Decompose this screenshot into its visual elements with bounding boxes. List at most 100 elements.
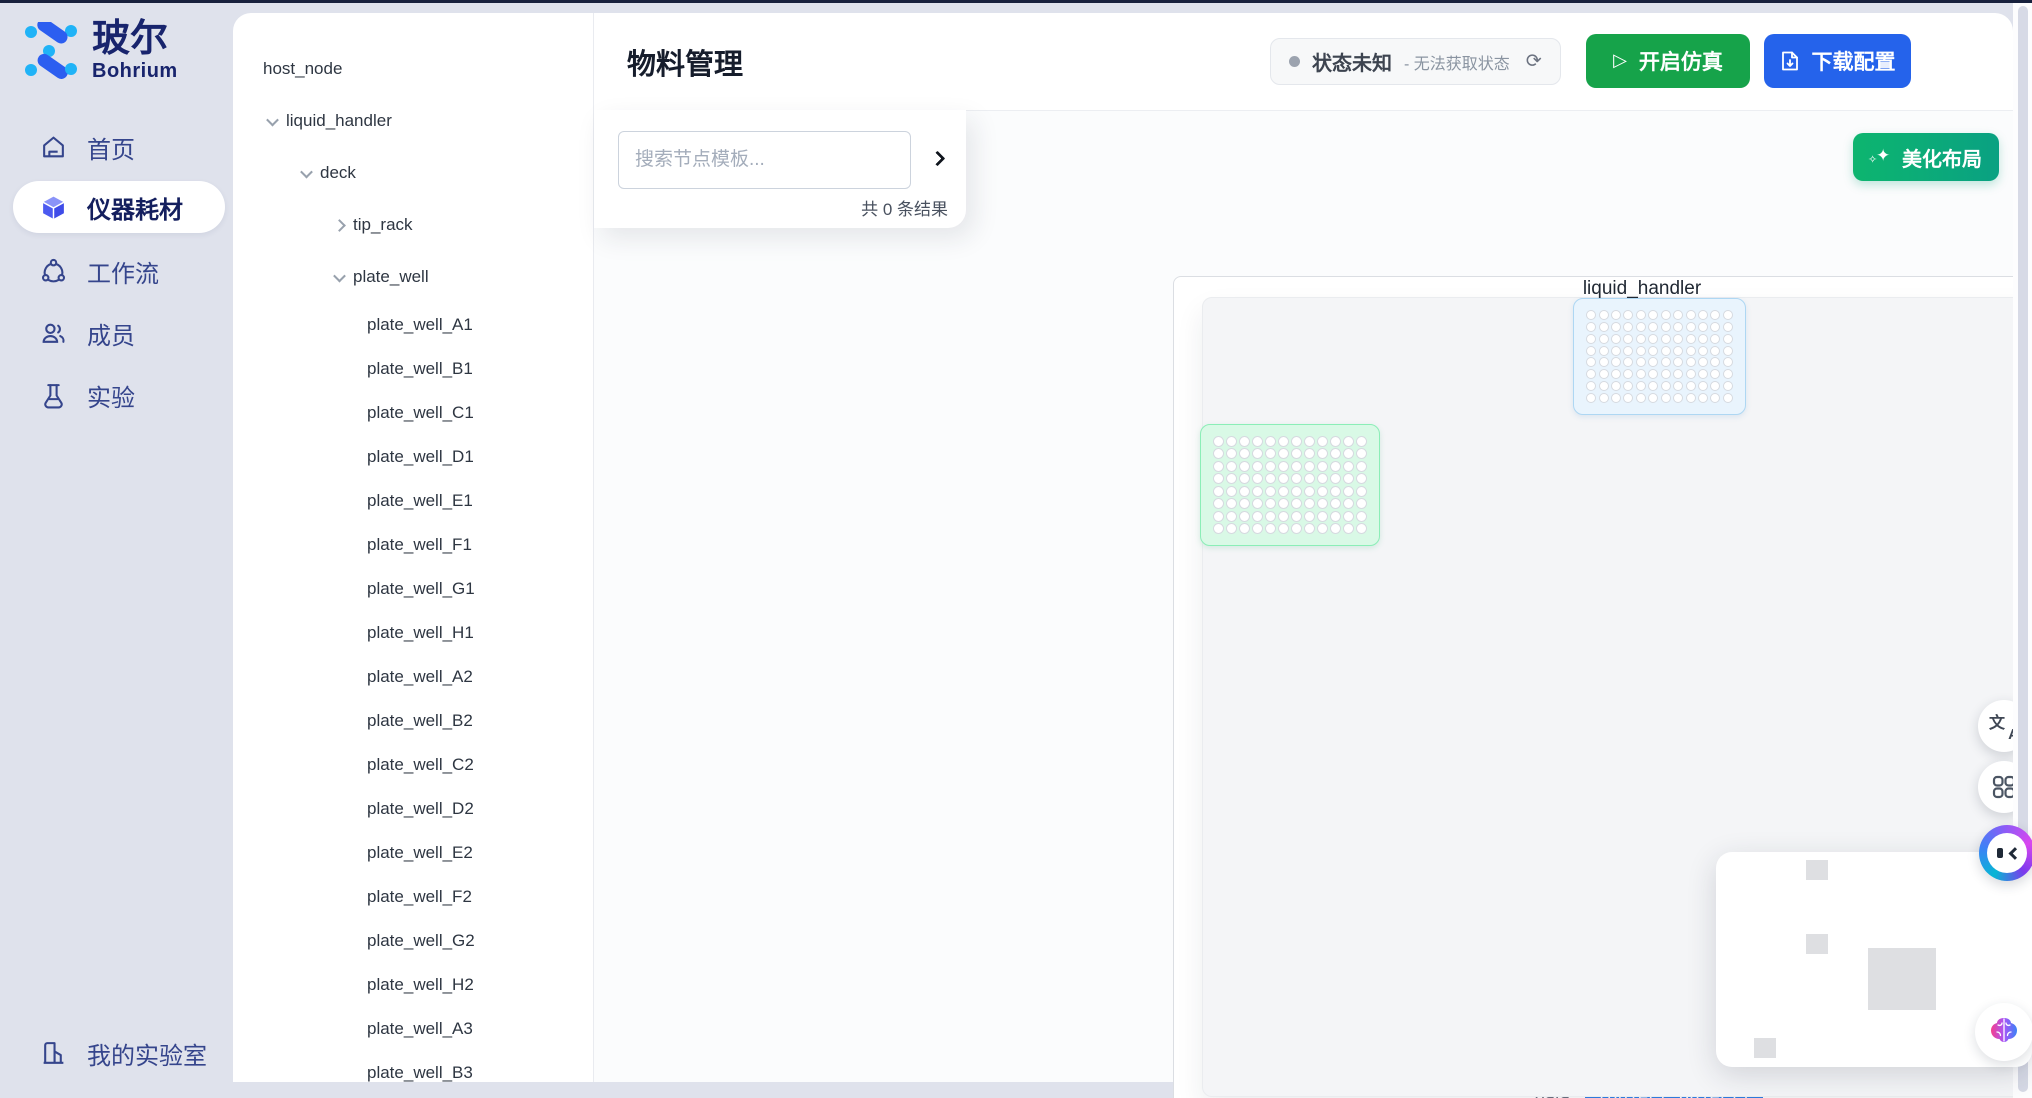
well xyxy=(1636,393,1646,403)
chevron-right-icon[interactable] xyxy=(333,219,346,232)
tree-item-label: plate_well_D1 xyxy=(367,447,474,467)
well xyxy=(1661,322,1671,332)
well xyxy=(1213,436,1224,447)
search-input[interactable] xyxy=(618,131,911,189)
sidebar-item-label: 仪器耗材 xyxy=(87,190,183,225)
well xyxy=(1723,334,1733,344)
sidebar-item-home[interactable]: 首页 xyxy=(13,121,225,173)
minimap-node-rect xyxy=(1868,948,1936,1010)
well xyxy=(1213,486,1224,497)
tree-item-plate_well_H1[interactable]: plate_well_H1 xyxy=(233,611,593,655)
assistant-robot-button[interactable] xyxy=(1979,825,2032,881)
well xyxy=(1213,448,1224,459)
well xyxy=(1686,369,1696,379)
sidebar-item-experiments[interactable]: 实验 xyxy=(13,369,225,421)
sidebar-item-my-lab[interactable]: 我的实验室 xyxy=(13,1027,225,1079)
tree-item-plate_well_B1[interactable]: plate_well_B1 xyxy=(233,347,593,391)
well xyxy=(1343,436,1354,447)
tree-item-plate_well_C2[interactable]: plate_well_C2 xyxy=(233,743,593,787)
beautify-layout-button[interactable]: ✦✧ 美化布局 xyxy=(1853,133,1999,181)
tree-item-plate_well_A2[interactable]: plate_well_A2 xyxy=(233,655,593,699)
well xyxy=(1698,357,1708,367)
tree-item-plate_well_A1[interactable]: plate_well_A1 xyxy=(233,303,593,347)
well xyxy=(1265,461,1276,472)
tree-item-plate_well_E1[interactable]: plate_well_E1 xyxy=(233,479,593,523)
tree-item-plate_well_B3[interactable]: plate_well_B3 xyxy=(233,1051,593,1082)
tip-rack-plate-node[interactable] xyxy=(1573,298,1746,415)
well xyxy=(1304,436,1315,447)
well xyxy=(1611,322,1621,332)
well xyxy=(1648,346,1658,356)
tree-item-plate_well_B2[interactable]: plate_well_B2 xyxy=(233,699,593,743)
tree-item-label: plate_well_C1 xyxy=(367,403,474,423)
sidebar-item-workflow[interactable]: 工作流 xyxy=(13,245,225,297)
tree-item-plate_well[interactable]: plate_well xyxy=(233,251,593,303)
bohrium-logo-icon xyxy=(22,22,80,80)
well xyxy=(1317,448,1328,459)
well xyxy=(1723,322,1733,332)
tree-item-plate_well_D1[interactable]: plate_well_D1 xyxy=(233,435,593,479)
tree-item-plate_well_C1[interactable]: plate_well_C1 xyxy=(233,391,593,435)
download-config-button[interactable]: 下载配置 xyxy=(1764,34,1911,88)
search-submit-chevron-icon[interactable] xyxy=(928,149,950,171)
well xyxy=(1710,334,1720,344)
well xyxy=(1343,448,1354,459)
well xyxy=(1710,310,1720,320)
tree-item-plate_well_E2[interactable]: plate_well_E2 xyxy=(233,831,593,875)
tree-item-plate_well_D2[interactable]: plate_well_D2 xyxy=(233,787,593,831)
well xyxy=(1661,346,1671,356)
tree-item-deck[interactable]: deck xyxy=(233,147,593,199)
refresh-icon[interactable]: ⟳ xyxy=(1526,50,1542,73)
well xyxy=(1586,322,1596,332)
well xyxy=(1586,369,1596,379)
well xyxy=(1239,523,1250,534)
well xyxy=(1623,346,1633,356)
well xyxy=(1278,436,1289,447)
tree-item-plate_well_F1[interactable]: plate_well_F1 xyxy=(233,523,593,567)
well xyxy=(1252,448,1263,459)
brand-logo[interactable]: 玻尔 Bohrium xyxy=(22,20,178,83)
chevron-down-icon[interactable] xyxy=(266,113,279,126)
well xyxy=(1265,511,1276,522)
sidebar-item-label: 工作流 xyxy=(87,254,159,289)
well xyxy=(1661,357,1671,367)
tree-item-tip_rack[interactable]: tip_rack xyxy=(233,199,593,251)
well xyxy=(1648,369,1658,379)
sidebar-item-members[interactable]: 成员 xyxy=(13,307,225,359)
tree-item-plate_well_F2[interactable]: plate_well_F2 xyxy=(233,875,593,919)
ai-brain-button[interactable] xyxy=(1975,1003,2032,1061)
home-icon xyxy=(40,134,67,161)
tree-item-plate_well_G1[interactable]: plate_well_G1 xyxy=(233,567,593,611)
well xyxy=(1330,436,1341,447)
well xyxy=(1330,473,1341,484)
status-detail: - 无法获取状态 xyxy=(1404,50,1510,74)
sidebar-item-label: 我的实验室 xyxy=(87,1036,207,1071)
tree-item-plate_well_G2[interactable]: plate_well_G2 xyxy=(233,919,593,963)
well xyxy=(1291,486,1302,497)
well xyxy=(1611,310,1621,320)
well xyxy=(1356,448,1367,459)
well xyxy=(1698,346,1708,356)
well xyxy=(1330,486,1341,497)
well xyxy=(1226,523,1237,534)
well xyxy=(1698,381,1708,391)
tree-item-label: plate_well_F2 xyxy=(367,887,472,907)
well xyxy=(1710,346,1720,356)
tree-item-label: plate_well_H1 xyxy=(367,623,474,643)
start-simulation-button[interactable]: ▷ 开启仿真 xyxy=(1586,34,1750,88)
sidebar-item-instruments[interactable]: 仪器耗材 xyxy=(13,181,225,233)
well xyxy=(1304,473,1315,484)
well xyxy=(1623,369,1633,379)
canvas-minimap[interactable] xyxy=(1716,852,2032,1067)
well xyxy=(1252,436,1263,447)
tree-item-plate_well_A3[interactable]: plate_well_A3 xyxy=(233,1007,593,1051)
tree-item-host_node[interactable]: host_node xyxy=(233,43,593,95)
chevron-down-icon[interactable] xyxy=(300,165,313,178)
well xyxy=(1213,473,1224,484)
tree-item-liquid_handler[interactable]: liquid_handler xyxy=(233,95,593,147)
plate-well-node[interactable] xyxy=(1200,424,1380,546)
download-button-label: 下载配置 xyxy=(1812,46,1896,76)
well xyxy=(1252,486,1263,497)
tree-item-plate_well_H2[interactable]: plate_well_H2 xyxy=(233,963,593,1007)
chevron-down-icon[interactable] xyxy=(333,269,346,282)
